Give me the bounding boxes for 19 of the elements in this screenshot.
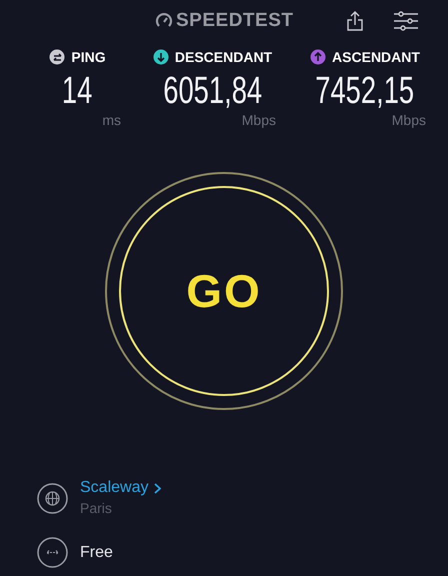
connection-icon [37, 537, 68, 568]
settings-button[interactable] [393, 10, 419, 32]
connection-name: Free [80, 542, 113, 562]
server-link[interactable]: Scaleway [80, 478, 162, 498]
metric-unit: Mbps [392, 112, 426, 128]
chevron-icon [154, 482, 162, 494]
metric-label: ASCENDANT [332, 48, 420, 66]
go-button[interactable]: GO [105, 172, 343, 410]
app-logo: SPEEDTEST [176, 8, 294, 33]
metric-value: 6051,84 [163, 70, 262, 112]
server-location: Paris [80, 499, 113, 518]
metric-value: 7452,15 [316, 70, 414, 112]
metric-label: DESCENDANT [174, 48, 272, 66]
metric-unit: ms [102, 112, 121, 128]
metric-value: 14 [62, 70, 93, 112]
share-button[interactable] [345, 9, 365, 33]
globe-icon [37, 482, 68, 514]
metric-unit: Mbps [242, 112, 276, 128]
metric-label: PING [71, 48, 106, 66]
